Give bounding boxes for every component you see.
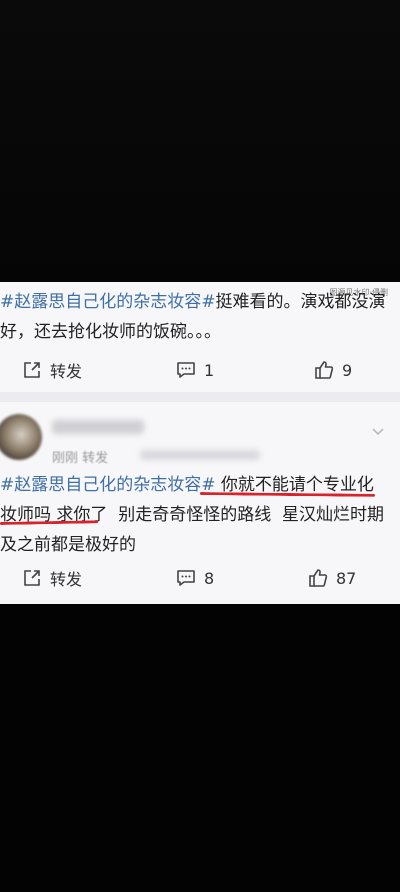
post-2-repost-label: 转发 <box>50 570 83 589</box>
meta-blurred <box>140 450 260 460</box>
post-1-comment-count: 1 <box>204 360 215 380</box>
post-2-hashtag[interactable]: #赵露思自己化的杂志妆容# <box>0 475 216 495</box>
chevron-down-icon[interactable] <box>370 424 386 440</box>
post-1-comment-button[interactable]: 1 <box>176 360 214 380</box>
username-blurred[interactable] <box>52 420 144 434</box>
repost-icon <box>24 570 40 586</box>
post-1-like-count: 9 <box>342 360 353 380</box>
post-1-hashtag[interactable]: #赵露思自己化的杂志妆容# <box>0 292 216 312</box>
post-2-comment-count: 8 <box>204 568 215 588</box>
comment-icon <box>177 570 195 586</box>
top-black-bar <box>0 0 400 282</box>
post-2-text: #赵露思自己化的杂志妆容# 你就不能请个专业化妆师吗 求你了 别走奇奇怪怪的路线… <box>0 470 390 560</box>
post-2-like-count: 87 <box>336 568 357 588</box>
post-divider <box>0 392 400 402</box>
post-1-text: #赵露思自己化的杂志妆容#挺难看的。演戏都没演好，还去抢化妆师的饭碗。。。 <box>0 287 390 347</box>
repost-icon <box>24 362 40 378</box>
post-2-meta: 刚刚 转发 <box>52 451 109 466</box>
thumbs-up-icon <box>315 361 334 379</box>
comment-icon <box>177 362 195 378</box>
post-1-action-bar: 转发 1 9 <box>0 352 400 388</box>
post-2-comment-button[interactable]: 8 <box>176 568 214 588</box>
bottom-black-bar <box>0 604 400 892</box>
post-2-repost-button[interactable]: 转发 <box>22 566 82 590</box>
post-1-repost-label: 转发 <box>50 362 83 381</box>
post-1-repost-button[interactable]: 转发 <box>22 358 82 382</box>
post-1-like-button[interactable]: 9 <box>314 360 352 380</box>
post-2-action-bar: 转发 8 87 <box>0 560 400 596</box>
post-2-like-button[interactable]: 87 <box>308 568 356 588</box>
thumbs-up-icon <box>309 569 328 587</box>
